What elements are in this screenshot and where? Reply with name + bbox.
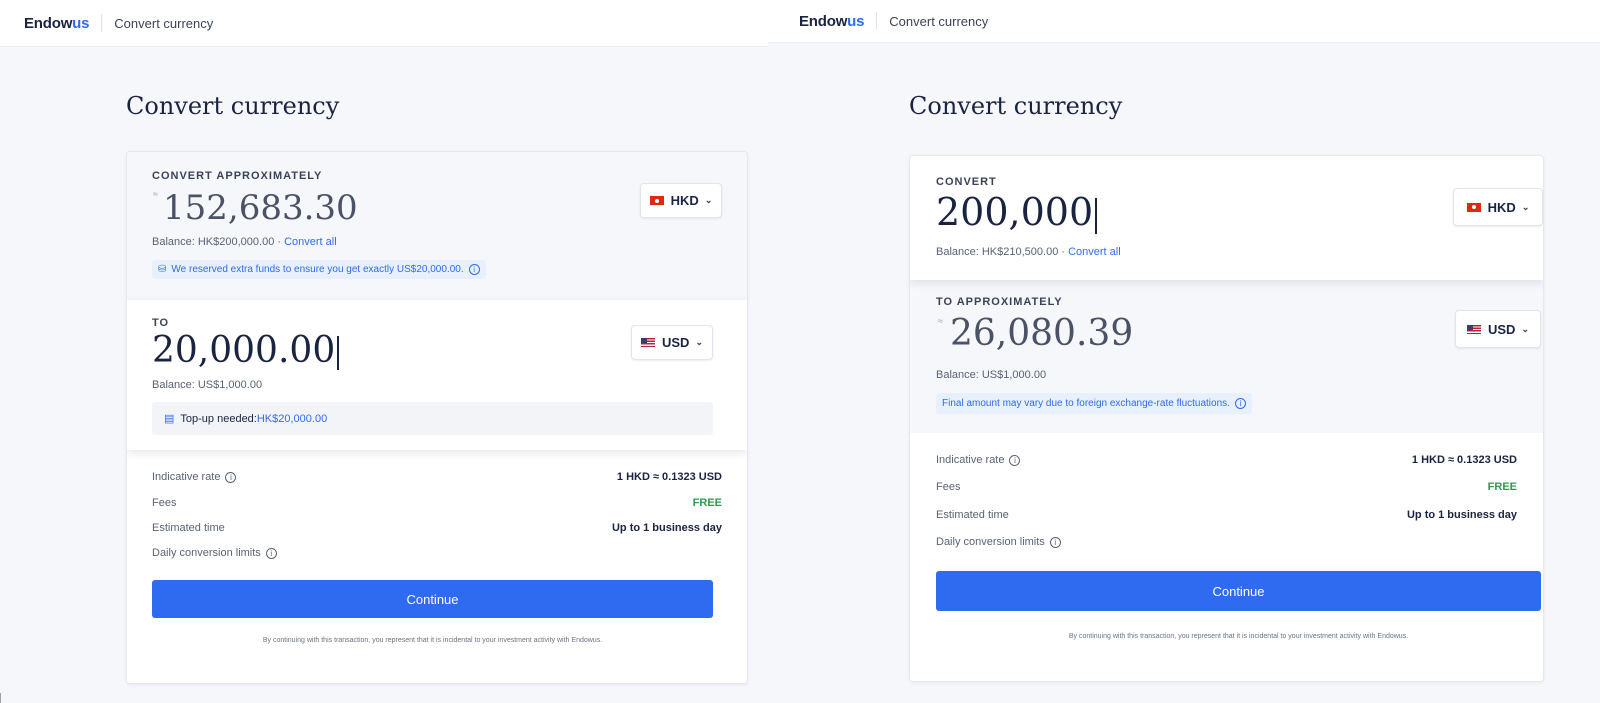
- disclaimer-text: By continuing with this transaction, you…: [1068, 633, 1409, 640]
- info-icon[interactable]: i: [225, 472, 237, 483]
- from-label: CONVERT APPROXIMATELY: [152, 170, 323, 182]
- from-currency-select[interactable]: HKD ⌄: [640, 183, 722, 218]
- from-balance: Balance: HK$210,500.00 · Convert all: [936, 246, 1121, 258]
- to-currency-code: USD: [662, 335, 690, 350]
- us-flag-icon: [1467, 324, 1481, 334]
- to-label: TO: [152, 317, 170, 329]
- approx-symbol: ≈: [153, 189, 158, 199]
- estimated-time-row: Estimated time Up to 1 business day: [152, 522, 722, 534]
- convert-card: CONVERT APPROXIMATELY ≈ 152,683.30 HKD ⌄…: [126, 151, 748, 684]
- indicative-rate-value: 1 HKD ≈ 0.1323 USD: [1411, 454, 1517, 466]
- daily-limits-row[interactable]: Daily conversion limits i: [152, 547, 722, 559]
- us-flag-icon: [641, 338, 655, 347]
- page-title: Convert currency: [126, 92, 340, 120]
- nav-page-title: Convert currency: [114, 15, 214, 31]
- hk-flag-icon: [1466, 202, 1481, 212]
- to-amount[interactable]: 26,080.39: [950, 313, 1133, 354]
- chevron-down-icon: ⌄: [1521, 201, 1530, 212]
- topup-needed-banner: ▤ Top-up needed: HK$20,000.00: [152, 402, 713, 435]
- details-section: Indicative rate i 1 HKD ≈ 0.1323 USD Fees…: [910, 433, 1543, 681]
- nav-page-title: Convert currency: [889, 13, 989, 29]
- indicative-rate-value: 1 HKD ≈ 0.1323 USD: [616, 471, 722, 483]
- to-section: TO APPROXIMATELY ≈ 26,080.39 USD ⌄ Balan…: [910, 280, 1543, 433]
- to-currency-select[interactable]: USD ⌄: [1455, 310, 1541, 348]
- text-caret: [337, 336, 340, 370]
- chevron-down-icon: ⌄: [704, 195, 713, 205]
- info-icon[interactable]: i: [468, 264, 480, 275]
- fees-value: FREE: [1487, 481, 1517, 493]
- disclaimer-text: By continuing with this transaction, you…: [262, 637, 603, 644]
- to-currency-select[interactable]: USD ⌄: [631, 325, 713, 360]
- estimated-time-value: Up to 1 business day: [611, 522, 722, 534]
- endowus-logo[interactable]: Endowus: [24, 15, 89, 32]
- indicative-rate-row: Indicative rate i 1 HKD ≈ 0.1323 USD: [936, 454, 1517, 466]
- text-caret: [1095, 197, 1098, 234]
- fees-row: Fees FREE: [936, 481, 1517, 493]
- info-icon[interactable]: i: [265, 548, 277, 559]
- resize-handle: [0, 693, 1, 703]
- chevron-down-icon: ⌄: [695, 337, 703, 347]
- to-label: TO APPROXIMATELY: [936, 296, 1063, 308]
- from-amount[interactable]: 152,683.30: [163, 188, 358, 228]
- from-currency-select[interactable]: HKD ⌄: [1453, 188, 1543, 226]
- fx-fluctuation-notice: Final amount may vary due to foreign exc…: [936, 393, 1252, 414]
- from-section: CONVERT APPROXIMATELY ≈ 152,683.30 HKD ⌄…: [127, 152, 747, 300]
- continue-button[interactable]: Continue: [936, 571, 1541, 611]
- left-screen: Endowus Convert currency Convert currenc…: [0, 0, 768, 703]
- to-currency-code: USD: [1488, 321, 1516, 337]
- from-balance: Balance: HK$200,000.00 · Convert all: [152, 236, 337, 248]
- info-icon[interactable]: i: [1009, 455, 1021, 466]
- from-currency-code: HKD: [670, 193, 699, 208]
- reserved-funds-notice: ⛁ We reserved extra funds to ensure you …: [152, 260, 486, 279]
- convert-card: CONVERT 200,000 HKD ⌄ Balance: HK$210,50…: [909, 155, 1544, 682]
- to-balance: Balance: US$1,000.00: [152, 379, 263, 391]
- info-icon[interactable]: i: [1049, 537, 1061, 548]
- to-balance: Balance: US$1,000.00: [936, 369, 1047, 381]
- from-currency-code: HKD: [1487, 199, 1516, 215]
- coins-icon: ⛁: [158, 264, 167, 275]
- nav-divider: [101, 14, 103, 32]
- nav-divider: [876, 12, 878, 30]
- fees-row: Fees FREE: [152, 497, 722, 509]
- fees-value: FREE: [692, 497, 722, 509]
- topup-amount-link[interactable]: HK$20,000.00: [257, 413, 327, 425]
- from-label: CONVERT: [936, 176, 997, 188]
- from-amount-input[interactable]: 200,000: [936, 190, 1098, 234]
- approx-symbol: ≈: [938, 316, 943, 326]
- convert-all-link[interactable]: Convert all: [284, 236, 337, 248]
- endowus-logo[interactable]: Endowus: [799, 13, 864, 30]
- to-section: TO 20,000.00 USD ⌄ Balance: US$1,000.00 …: [127, 300, 747, 450]
- right-screen: Endowus Convert currency Convert currenc…: [768, 0, 1600, 703]
- estimated-time-row: Estimated time Up to 1 business day: [936, 509, 1517, 521]
- continue-button[interactable]: Continue: [152, 580, 713, 618]
- estimated-time-value: Up to 1 business day: [1406, 509, 1517, 521]
- convert-all-link[interactable]: Convert all: [1068, 246, 1121, 258]
- page-title: Convert currency: [909, 92, 1123, 120]
- details-section: Indicative rate i 1 HKD ≈ 0.1323 USD Fees…: [127, 450, 747, 683]
- hk-flag-icon: [649, 196, 664, 205]
- top-nav-bar: Endowus Convert currency: [0, 0, 768, 47]
- info-icon[interactable]: i: [1234, 398, 1246, 409]
- document-icon: ▤: [164, 413, 175, 425]
- daily-limits-row[interactable]: Daily conversion limits i: [936, 536, 1517, 548]
- from-section: CONVERT 200,000 HKD ⌄ Balance: HK$210,50…: [910, 156, 1543, 280]
- indicative-rate-row: Indicative rate i 1 HKD ≈ 0.1323 USD: [152, 471, 722, 483]
- top-nav-bar: Endowus Convert currency: [768, 0, 1600, 43]
- to-amount-input[interactable]: 20,000.00: [152, 330, 340, 371]
- chevron-down-icon: ⌄: [1521, 323, 1529, 334]
